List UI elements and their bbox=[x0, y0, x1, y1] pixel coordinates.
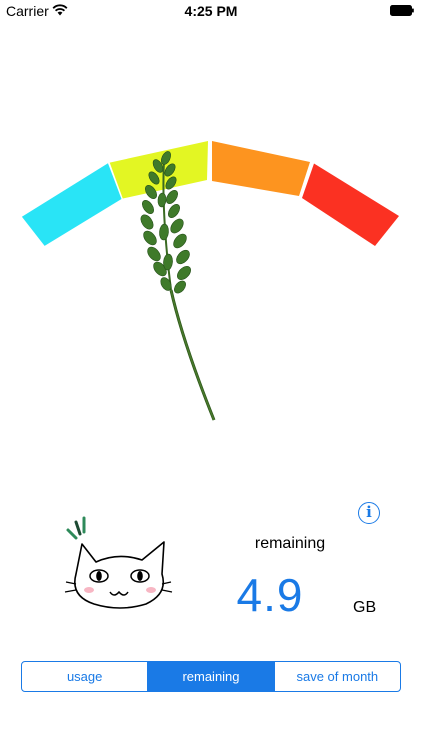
status-bar: Carrier 4:25 PM bbox=[0, 0, 422, 22]
info-icon: i bbox=[366, 503, 372, 521]
segment-usage[interactable]: usage bbox=[22, 662, 149, 691]
battery-icon bbox=[390, 5, 414, 16]
unit-label: GB bbox=[353, 599, 377, 616]
segment-remaining[interactable]: remaining bbox=[148, 662, 275, 691]
gauge-zone-mid-high bbox=[212, 141, 310, 196]
wheat-stalk-needle-icon bbox=[140, 151, 216, 421]
remaining-label: remaining bbox=[254, 535, 326, 552]
remaining-value: 4.9 bbox=[236, 569, 304, 621]
gauge-zone-high bbox=[302, 163, 399, 246]
cat-face-icon bbox=[64, 516, 173, 609]
view-segmented-control: usage remaining save of month bbox=[21, 661, 401, 692]
status-time: 4:25 PM bbox=[184, 3, 238, 19]
segment-save-of-month[interactable]: save of month bbox=[275, 662, 400, 691]
usage-gauge bbox=[21, 141, 399, 421]
info-button[interactable]: i bbox=[358, 502, 380, 524]
gauge-zone-low bbox=[21, 163, 122, 246]
gauge-zones bbox=[21, 141, 399, 246]
